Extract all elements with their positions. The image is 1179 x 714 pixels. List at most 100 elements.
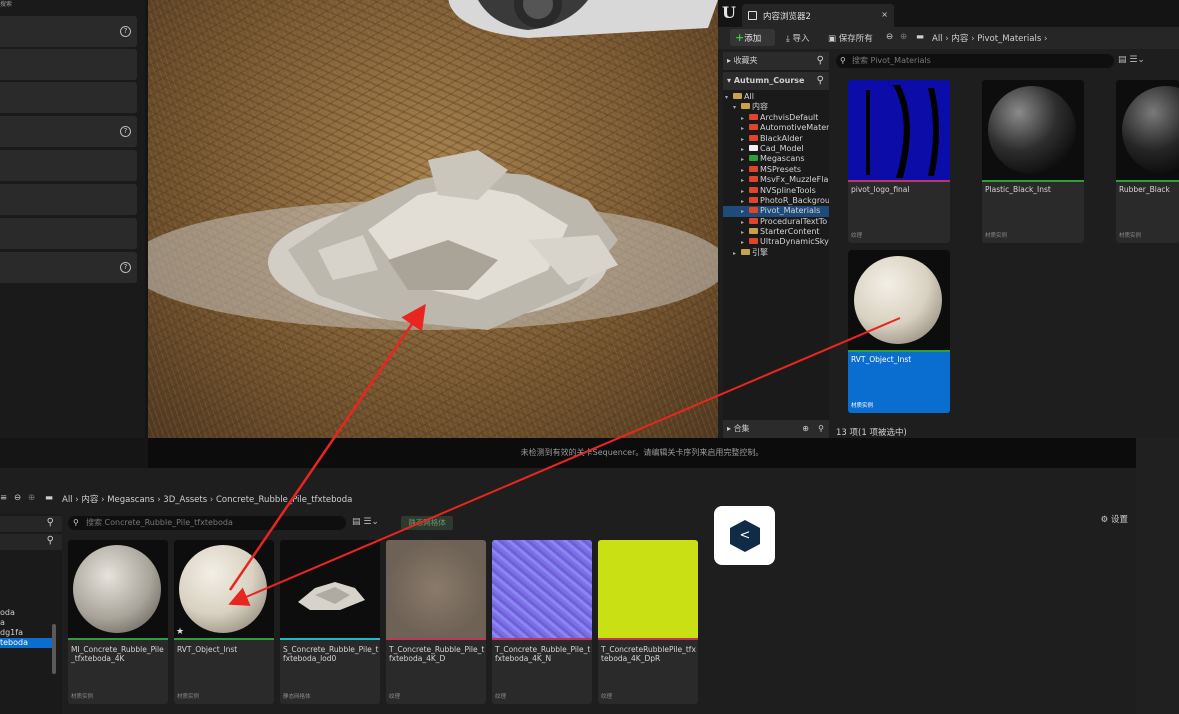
sort-icon[interactable]: ≡ xyxy=(0,493,7,503)
search-icon[interactable]: ⚲ xyxy=(47,517,54,528)
save-all-button[interactable]: ▣ 保存所有 xyxy=(828,32,873,44)
collapse-arrow-icon[interactable]: ▸ xyxy=(741,218,749,227)
translator-badge[interactable]: < xyxy=(714,506,775,565)
asset-tile[interactable]: T_ConcreteRubblePile_tfxteboda_4K_DpR 纹理 xyxy=(598,540,698,704)
details-row[interactable]: ? xyxy=(0,16,137,47)
import-button[interactable]: ⤓ 导入 xyxy=(786,32,809,44)
collapse-arrow-icon[interactable]: ▸ xyxy=(741,124,749,133)
asset-tile-selected[interactable]: RVT_Object_Inst 材质实例 xyxy=(848,250,950,413)
search-icon[interactable]: ⚲ xyxy=(818,420,824,438)
collections-header[interactable]: ▸ 合集 ⊕ ⚲ xyxy=(723,420,829,438)
tree-item[interactable]: ▸ MsvFx_MuzzleFla xyxy=(723,175,829,185)
tree-item[interactable]: ▸ BlackAlder xyxy=(723,134,829,144)
sequencer-status-bar: 未检测到有效的关卡Sequencer。请编辑关卡序列来启用完整控制。 xyxy=(148,438,1136,468)
tree-item[interactable]: ▸ MSPresets xyxy=(723,165,829,175)
asset-tile[interactable]: pivot_logo_final 纹理 xyxy=(848,80,950,243)
breadcrumb-item[interactable]: Megascans xyxy=(107,495,154,505)
collapse-arrow-icon[interactable]: ▸ xyxy=(741,207,749,216)
add-collection-icon[interactable]: ⊕ xyxy=(802,420,809,438)
details-row[interactable] xyxy=(0,150,137,181)
tree-item[interactable]: ▸ 引擎 xyxy=(723,248,829,258)
search-input[interactable]: 搜索 Pivot_Materials xyxy=(836,54,1114,68)
asset-tile[interactable]: Rubber_Black 材质实例 xyxy=(1116,80,1179,243)
details-row[interactable] xyxy=(0,82,137,113)
level-viewport[interactable] xyxy=(148,0,718,438)
breadcrumb-item[interactable]: All xyxy=(62,495,73,505)
add-button[interactable]: +添加 xyxy=(730,29,775,46)
back-icon[interactable]: ⊖ xyxy=(14,493,21,503)
help-icon[interactable]: ? xyxy=(120,262,131,273)
favorites-header[interactable]: ▸ 收藏夹 ⚲ xyxy=(723,52,829,70)
scrollbar[interactable] xyxy=(52,624,56,674)
expand-arrow-icon[interactable]: ▾ xyxy=(725,93,733,102)
tree-item-label: Cad_Model xyxy=(760,143,804,153)
search-icon[interactable]: ⚲ xyxy=(817,72,824,90)
tree-item[interactable]: ▸ NVSplineTools xyxy=(723,186,829,196)
filter-icon[interactable]: ▤ ☰⌄ xyxy=(352,517,379,527)
tree-item[interactable]: oda xyxy=(0,608,52,618)
collapse-arrow-icon[interactable]: ▸ xyxy=(741,238,749,247)
details-row[interactable] xyxy=(0,49,137,80)
asset-tile[interactable]: T_Concrete_Rubble_Pile_tfxteboda_4K_D 纹理 xyxy=(386,540,486,704)
tree-item[interactable]: ▸ Cad_Model xyxy=(723,144,829,154)
asset-tile[interactable]: MI_Concrete_Rubble_Pile_tfxteboda_4K 材质实… xyxy=(68,540,168,704)
asset-tile[interactable]: S_Concrete_Rubble_Pile_tfxteboda_lod0 静态… xyxy=(280,540,380,704)
asset-tile[interactable]: Plastic_Black_Inst 材质实例 xyxy=(982,80,1084,243)
tree-item[interactable]: ▸ UltraDynamicSky xyxy=(723,237,829,247)
tree-item[interactable]: ▸ ArchvisDefault xyxy=(723,113,829,123)
collapse-arrow-icon[interactable]: ▸ xyxy=(741,166,749,175)
filter-icon[interactable]: ▤ ☰⌄ xyxy=(1118,55,1145,65)
asset-tile[interactable]: ★ RVT_Object_Inst 材质实例 xyxy=(174,540,274,704)
collapse-arrow-icon[interactable]: ▸ xyxy=(741,176,749,185)
tree-item[interactable]: ▸ ProceduralTextTo xyxy=(723,217,829,227)
collapse-arrow-icon[interactable]: ▸ xyxy=(741,228,749,237)
details-row[interactable] xyxy=(0,184,137,215)
close-icon[interactable]: × xyxy=(881,10,888,19)
breadcrumb-item[interactable]: All xyxy=(932,34,943,44)
collapse-arrow-icon[interactable]: ▸ xyxy=(741,197,749,206)
save-icon: ▣ xyxy=(828,34,839,44)
breadcrumb-item[interactable]: Pivot_Materials xyxy=(977,34,1041,44)
tree-item[interactable]: ▸ Megascans xyxy=(723,154,829,164)
asset-name: T_ConcreteRubblePile_tfxteboda_4K_DpR xyxy=(601,645,696,663)
search-icon[interactable]: ⚲ xyxy=(817,52,824,70)
details-row[interactable] xyxy=(0,218,137,249)
favorites-header[interactable]: ⚲ xyxy=(0,516,62,532)
asset-tile[interactable]: T_Concrete_Rubble_Pile_tfxteboda_4K_N 纹理 xyxy=(492,540,592,704)
tree-item-selected[interactable]: teboda xyxy=(0,638,52,648)
project-header[interactable]: ▾ Autumn_Course ⚲ xyxy=(723,72,829,90)
breadcrumb-item[interactable]: Concrete_Rubble_Pile_tfxteboda xyxy=(216,495,352,505)
tree-item[interactable]: ▸ PhotoR_Backgrou xyxy=(723,196,829,206)
tree-item[interactable]: ▸ StarterContent xyxy=(723,227,829,237)
filter-chip-static-mesh[interactable]: 静态网格体 xyxy=(401,516,453,530)
forward-icon[interactable]: ⊕ xyxy=(900,32,907,42)
collapse-arrow-icon[interactable]: ▸ xyxy=(741,145,749,154)
collapse-arrow-icon[interactable]: ▸ xyxy=(741,155,749,164)
breadcrumb-item[interactable]: 3D_Assets xyxy=(163,495,207,505)
tree-item-selected[interactable]: ▸ Pivot_Materials xyxy=(723,206,829,217)
search-icon[interactable]: ⚲ xyxy=(47,535,54,546)
tree-item[interactable]: ▸ AutomotiveMater xyxy=(723,123,829,133)
forward-icon[interactable]: ⊕ xyxy=(28,493,35,503)
expand-arrow-icon[interactable]: ▾ xyxy=(733,103,741,112)
tab-content-browser-2[interactable]: 内容浏览器2 × xyxy=(742,4,894,27)
back-icon[interactable]: ⊖ xyxy=(886,32,893,42)
collapse-arrow-icon[interactable]: ▸ xyxy=(741,135,749,144)
collapse-arrow-icon[interactable]: ▸ xyxy=(741,114,749,123)
details-row[interactable]: ? xyxy=(0,116,137,147)
settings-button[interactable]: ⚙ 设置 xyxy=(1101,513,1128,525)
collapse-arrow-icon[interactable]: ▸ xyxy=(733,249,741,258)
breadcrumb-item[interactable]: 内容 xyxy=(951,34,968,44)
breadcrumb-item[interactable]: 内容 xyxy=(81,495,98,505)
help-icon[interactable]: ? xyxy=(120,126,131,137)
tree-item[interactable]: a xyxy=(0,618,52,628)
collapse-arrow-icon[interactable]: ▸ xyxy=(741,187,749,196)
tree-item[interactable]: ▾ All xyxy=(723,92,829,102)
folder-icon: ▬ xyxy=(916,32,925,42)
tree-item[interactable]: dg1fa xyxy=(0,628,52,638)
tree-item[interactable]: ▾ 内容 xyxy=(723,102,829,112)
project-header[interactable]: ⚲ xyxy=(0,534,62,550)
details-row[interactable]: ? xyxy=(0,252,137,283)
search-input[interactable]: 搜索 Concrete_Rubble_Pile_tfxteboda xyxy=(68,516,346,530)
help-icon[interactable]: ? xyxy=(120,26,131,37)
